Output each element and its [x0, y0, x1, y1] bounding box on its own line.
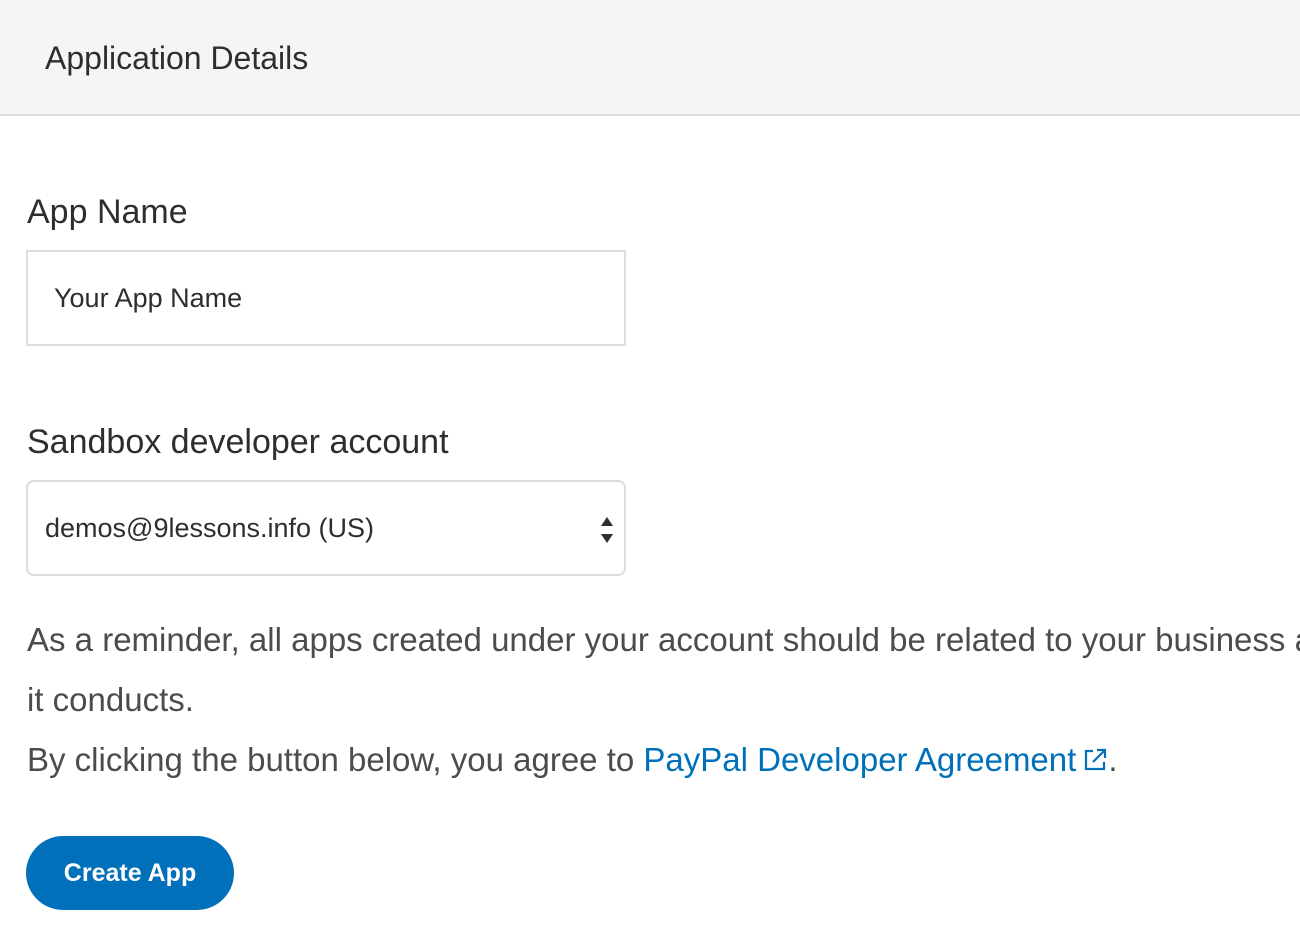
- page-title: Application Details: [45, 40, 309, 76]
- agreement-link-label: PayPal Developer Agreement: [643, 741, 1077, 778]
- agreement-text: By clicking the button below, you agree …: [27, 740, 1117, 780]
- agreement-suffix: .: [1108, 741, 1118, 778]
- app-name-input[interactable]: [26, 250, 626, 346]
- page-header: Application Details: [0, 0, 1300, 116]
- create-app-button[interactable]: Create App: [26, 836, 234, 910]
- sandbox-account-selected-value: demos@9lessons.info (US): [45, 513, 375, 543]
- reminder-text-line-2: it conducts.: [27, 681, 194, 718]
- reminder-text-line-1: As a reminder, all apps created under yo…: [27, 621, 1300, 658]
- agreement-prefix: By clicking the button below, you agree …: [27, 741, 644, 778]
- app-name-label: App Name: [27, 193, 188, 231]
- external-link-icon: [1085, 748, 1107, 771]
- sandbox-account-select[interactable]: demos@9lessons.info (US): [26, 480, 626, 576]
- select-arrows-icon: [601, 517, 613, 543]
- paypal-developer-agreement-link[interactable]: PayPal Developer Agreement: [643, 741, 1108, 778]
- sandbox-account-label: Sandbox developer account: [27, 423, 449, 461]
